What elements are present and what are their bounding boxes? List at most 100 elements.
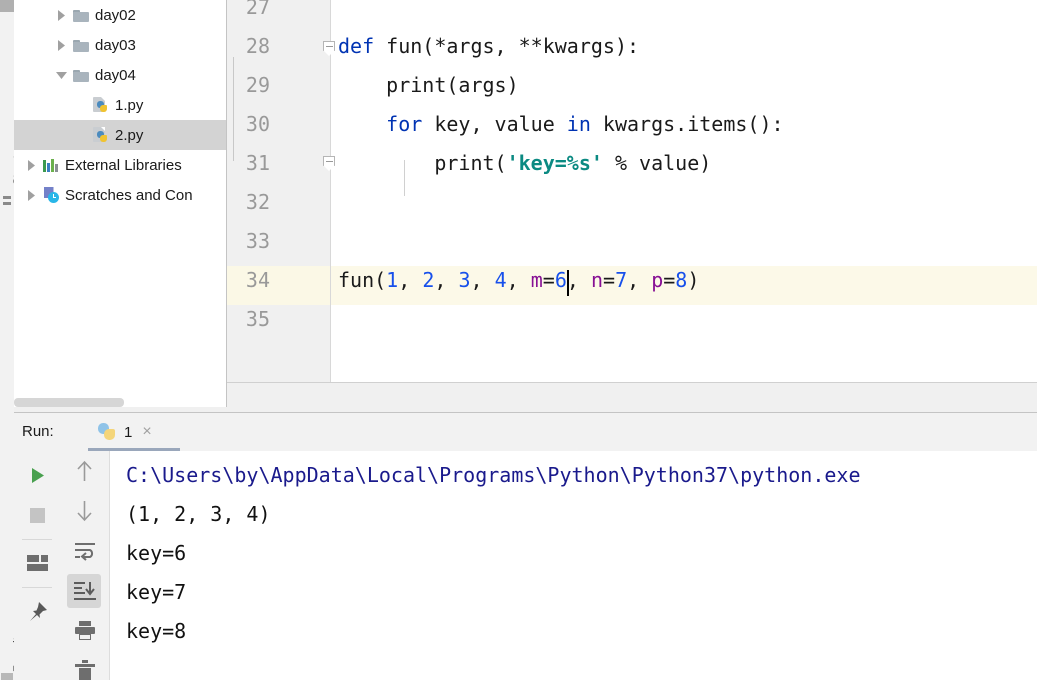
stop-button[interactable] — [14, 495, 61, 535]
left-tool-strip: Structure Favorites — [0, 0, 24, 680]
tree-item-label: 1.py — [115, 96, 144, 114]
folder-icon — [70, 0, 92, 30]
token-kwarg-name: m — [530, 268, 543, 292]
token-number: 8 — [675, 268, 688, 292]
pycharm-window: Structure Favorites day02 day03 day — [0, 0, 1037, 680]
clear-all-button[interactable] — [61, 651, 108, 680]
tool-strip-top-block — [0, 0, 14, 12]
project-tool-window[interactable]: day02 day03 day04 1.py 2.py External Lib… — [14, 0, 227, 412]
tree-item-external-libraries[interactable]: External Libraries — [14, 150, 226, 180]
toolbar-separator — [22, 539, 52, 540]
line-number: 28 — [245, 34, 270, 58]
fold-region-line — [233, 57, 234, 161]
restore-layout-button[interactable] — [14, 543, 61, 583]
run-toolbar-right — [61, 451, 110, 680]
python-file-icon — [90, 90, 112, 120]
token-comma: , — [434, 268, 459, 292]
project-horizontal-scrollbar[interactable] — [14, 398, 124, 407]
tree-item-scratches-and-consoles[interactable]: Scratches and Con — [14, 180, 226, 210]
tool-strip-dot-2 — [3, 202, 11, 205]
code-line-34[interactable]: fun(1, 2, 3, 4, m=6, n=7, p=8) — [338, 268, 699, 292]
run-tab-1[interactable]: 1 × — [88, 413, 162, 451]
scroll-to-end-button[interactable] — [61, 571, 108, 611]
token-for-vars: key, value — [422, 112, 567, 136]
tree-item-1py[interactable]: 1.py — [14, 90, 226, 120]
next-occurrence-button[interactable] — [61, 491, 108, 531]
token-number: 6 — [554, 268, 567, 292]
folder-icon — [70, 60, 92, 90]
stop-icon — [30, 507, 45, 523]
line-number: 33 — [245, 229, 270, 253]
tree-item-2py[interactable]: 2.py — [14, 120, 226, 150]
trash-icon — [74, 660, 95, 680]
fold-marker-collapse-icon[interactable] — [323, 156, 336, 171]
run-toolbar-left — [14, 451, 62, 680]
run-tool-window-header: Run: 1 × — [14, 413, 1037, 452]
console-line: key=6 — [126, 541, 187, 565]
print-button[interactable] — [61, 611, 108, 651]
console-line: (1, 2, 3, 4) — [126, 502, 271, 526]
chevron-right-icon[interactable] — [52, 0, 70, 30]
tree-item-label: day04 — [95, 66, 136, 84]
tree-item-label: External Libraries — [65, 156, 182, 174]
tree-item-day02[interactable]: day02 — [14, 0, 226, 30]
token-string-literal: 'key=%s' — [506, 151, 603, 175]
tree-item-label: Scratches and Con — [65, 186, 193, 204]
arrow-down-icon — [77, 501, 92, 522]
code-line-30[interactable]: for key, value in kwargs.items(): — [338, 112, 783, 136]
rerun-button[interactable] — [14, 455, 61, 495]
token-keyword-for: for — [338, 112, 423, 136]
line-number: 35 — [245, 307, 270, 331]
folder-icon — [70, 30, 92, 60]
token-number: 7 — [615, 268, 628, 292]
libraries-icon — [40, 150, 62, 180]
chevron-right-icon[interactable] — [22, 150, 40, 180]
tree-item-day03[interactable]: day03 — [14, 30, 226, 60]
token-print-open: print( — [338, 151, 507, 175]
scroll-to-end-icon — [73, 582, 96, 600]
tree-item-label: day03 — [95, 36, 136, 54]
tool-strip-bottom-bar — [1, 673, 13, 680]
token-keyword-def: def — [338, 34, 375, 58]
token-comma: , — [470, 268, 495, 292]
chevron-right-icon[interactable] — [52, 30, 70, 60]
token-equals: = — [542, 268, 555, 292]
python-file-icon — [90, 120, 112, 150]
console-line-interpreter-path[interactable]: C:\Users\by\AppData\Local\Programs\Pytho… — [126, 463, 861, 487]
soft-wrap-button[interactable] — [61, 531, 108, 571]
token-equals: = — [603, 268, 616, 292]
tree-item-label: 2.py — [115, 126, 144, 144]
prev-occurrence-button[interactable] — [61, 451, 108, 491]
run-tab-label: 1 — [124, 423, 133, 441]
editor-gutter[interactable]: 27 28 29 30 31 32 33 34 35 — [227, 0, 335, 382]
chevron-right-icon[interactable] — [22, 180, 40, 210]
run-console-output[interactable]: C:\Users\by\AppData\Local\Programs\Pytho… — [110, 451, 1037, 680]
line-number: 30 — [245, 112, 270, 136]
text-caret — [567, 270, 569, 296]
console-line: key=7 — [126, 580, 187, 604]
code-line-29[interactable]: print(args) — [338, 73, 519, 97]
code-line-31[interactable]: print('key=%s' % value) — [338, 151, 711, 175]
tree-item-label: day02 — [95, 6, 136, 24]
tree-item-day04[interactable]: day04 — [14, 60, 226, 90]
token-print-args: print(args) — [338, 73, 519, 97]
run-label: Run: — [22, 423, 54, 440]
code-editor[interactable]: 27 28 29 30 31 32 33 34 35 def fun(*args… — [227, 0, 1037, 382]
token-number: 2 — [422, 268, 435, 292]
token-number: 4 — [494, 268, 507, 292]
pin-tab-button[interactable] — [14, 591, 61, 631]
toolbar-separator — [22, 587, 52, 588]
close-icon[interactable]: × — [142, 424, 151, 440]
soft-wrap-icon — [74, 542, 95, 561]
editor-bottom-area — [227, 382, 1037, 407]
play-icon — [32, 467, 44, 483]
token-print-close: % value) — [602, 151, 712, 175]
line-number: 29 — [245, 73, 270, 97]
token-comma: , — [506, 268, 519, 292]
chevron-down-icon[interactable] — [52, 60, 70, 90]
code-line-28[interactable]: def fun(*args, **kwargs): — [338, 34, 639, 58]
token-comma: , — [566, 268, 591, 292]
fold-marker-collapse-icon[interactable] — [323, 41, 336, 56]
python-run-icon — [98, 422, 118, 442]
